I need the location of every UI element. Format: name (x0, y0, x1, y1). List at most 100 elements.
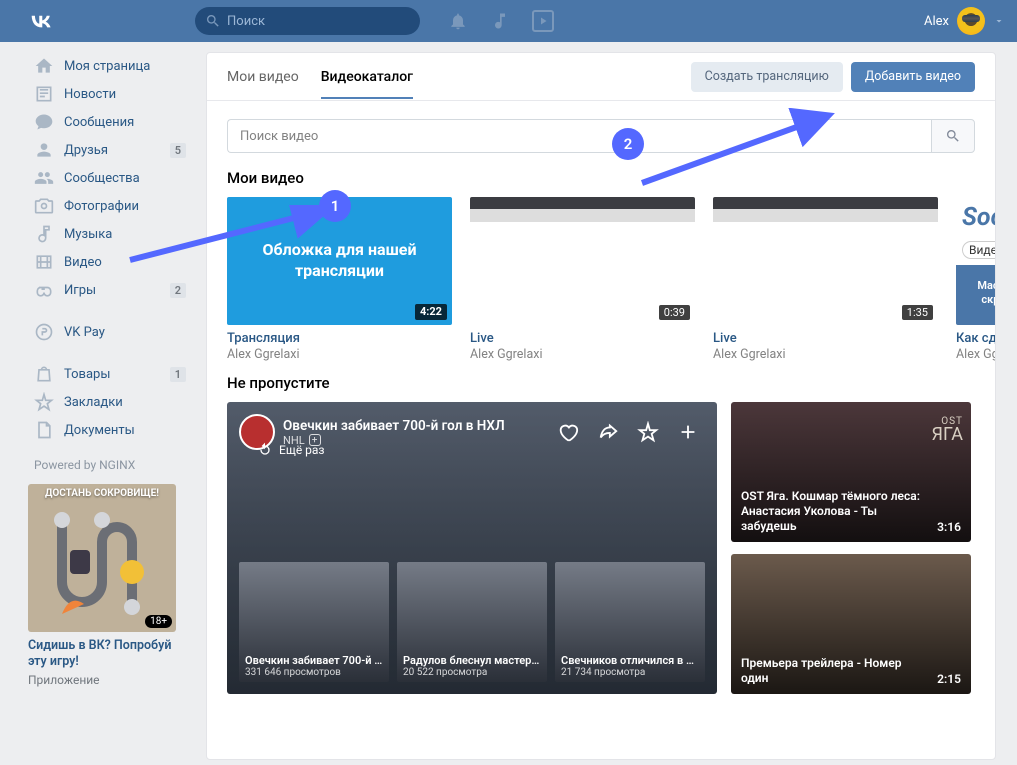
tab-video-catalog[interactable]: Видеокаталог (321, 55, 413, 99)
photos-icon (34, 196, 54, 216)
ad-age-badge: 18+ (145, 615, 172, 628)
news-icon (34, 84, 54, 104)
my-videos-row: Обложка для нашейтрансляции 4:22 Трансля… (207, 197, 995, 362)
sidebar-item-market[interactable]: Товары1 (28, 360, 192, 388)
yaga-tag: OSTЯГА (931, 410, 963, 443)
video-duration: 4:22 (415, 304, 447, 320)
header-search-input[interactable] (227, 14, 393, 29)
tab-my-videos[interactable]: Мои видео (227, 55, 299, 99)
sidebar-item-video[interactable]: Видео (28, 248, 192, 276)
featured-small-duration: 2:15 (937, 672, 961, 686)
market-icon (34, 364, 54, 384)
sidebar-item-vkpay[interactable]: VK Pay (28, 318, 192, 346)
vkpay-icon (34, 322, 54, 342)
sidebar-item-bookmarks[interactable]: Закладки (28, 388, 192, 416)
ad-block[interactable]: ДОСТАНЬ СОКРОВИЩЕ! 18+ Сидишь в ВК? Попр… (28, 484, 176, 687)
music-icon (34, 224, 54, 244)
ad-art (42, 512, 162, 622)
video-title: Live (470, 331, 695, 346)
ad-text: Сидишь в ВК? Попробуй эту игру! (28, 638, 176, 671)
replay-label[interactable]: Ещё раз (257, 442, 325, 458)
create-stream-button[interactable]: Создать трансляцию (691, 62, 843, 92)
featured-small-title: Премьера трейлера - Номер один (741, 656, 921, 686)
avatar (957, 7, 985, 35)
bookmarks-icon (34, 392, 54, 412)
video-author: Alex Ggrelaxi (470, 347, 695, 362)
sidebar-item-groups[interactable]: Сообщества (28, 164, 192, 192)
music-note-icon[interactable] (490, 11, 510, 31)
share-icon[interactable] (597, 421, 619, 443)
video-card[interactable]: Обложка для нашейтрансляции 4:22 Трансля… (227, 197, 452, 362)
featured-sub-thumb[interactable]: Свечников отличился в ОТ21 734 просмотра (555, 562, 705, 682)
video-title: Live (713, 331, 938, 346)
sidebar-item-news[interactable]: Новости (28, 80, 192, 108)
add-icon[interactable] (677, 421, 699, 443)
replay-icon (257, 442, 273, 458)
video-author: Alex Ggrelaxi (227, 347, 452, 362)
sidebar-item-games[interactable]: Игры2 (28, 276, 192, 304)
sidebar-item-messages[interactable]: Сообщения (28, 108, 192, 136)
section-title-dontmiss: Не пропустите (207, 362, 995, 402)
annotation-bubble-1: 1 (319, 190, 351, 222)
sidebar-item-music[interactable]: Музыка (28, 220, 192, 248)
featured-small-title: OST Яга. Кошмар тёмного леса: Анастасия … (741, 489, 921, 534)
groups-icon (34, 168, 54, 188)
video-search (207, 101, 995, 157)
featured-sub-thumb[interactable]: Радулов блеснул мастерс…20 522 просмотра (397, 562, 547, 682)
like-icon[interactable] (557, 421, 579, 443)
video-title: Трансляция (227, 331, 452, 346)
video-thumb: 0:39 (470, 197, 695, 325)
header-username: Alex (924, 14, 949, 29)
header-bar: Alex (0, 0, 1017, 42)
ad-category: Приложение (28, 673, 176, 687)
main-panel: Мои видео Видеокаталог Создать трансляци… (206, 52, 996, 760)
video-author: Alex Ggr (956, 347, 995, 362)
ad-banner-title: ДОСТАНЬ СОКРОВИЩЕ! (28, 488, 176, 499)
featured-small-duration: 3:16 (937, 520, 961, 534)
header-search[interactable] (195, 7, 420, 35)
header-user[interactable]: Alex (924, 7, 1005, 35)
featured-small[interactable]: Премьера трейлера - Номер один 2:15 (731, 554, 971, 694)
search-icon (945, 128, 961, 144)
featured-big[interactable]: Овечкин забивает 700-й гол в НХЛ NHL+ Ещ… (227, 402, 717, 694)
messages-icon (34, 112, 54, 132)
sidebar-item-docs[interactable]: Документы (28, 416, 192, 444)
dontmiss-row: Овечкин забивает 700-й гол в НХЛ NHL+ Ещ… (207, 402, 995, 694)
video-thumb: 1:35 (713, 197, 938, 325)
sidebar-item-photos[interactable]: Фотографии (28, 192, 192, 220)
ad-image: ДОСТАНЬ СОКРОВИЩЕ! 18+ (28, 484, 176, 632)
video-duration: 1:35 (902, 305, 933, 320)
badge: 2 (170, 283, 186, 298)
sidebar-item-friends[interactable]: Друзья5 (28, 136, 192, 164)
video-box-icon[interactable] (532, 10, 554, 32)
badge: 5 (170, 143, 186, 158)
video-author: Alex Ggrelaxi (713, 347, 938, 362)
powered-by: Powered by NGINX (34, 458, 192, 472)
featured-sub-thumb[interactable]: Овечкин забивает 700-й г…331 646 просмот… (239, 562, 389, 682)
docs-icon (34, 420, 54, 440)
friends-icon (34, 140, 54, 160)
featured-small[interactable]: OSTЯГА OST Яга. Кошмар тёмного леса: Ана… (731, 402, 971, 542)
sidebar: Моя страница Новости Сообщения Друзья5 С… (28, 52, 192, 760)
video-thumb: SocВиде Мастескри (956, 197, 995, 325)
badge: 1 (170, 367, 186, 382)
video-card[interactable]: SocВиде Мастескри Как сдела Alex Ggr (956, 197, 995, 362)
video-search-input[interactable] (227, 119, 931, 153)
section-title-my-videos: Мои видео (207, 157, 995, 197)
video-card[interactable]: 1:35 Live Alex Ggrelaxi (713, 197, 938, 362)
search-icon (205, 13, 221, 29)
vk-logo-icon[interactable] (27, 7, 55, 35)
sidebar-item-my-page[interactable]: Моя страница (28, 52, 192, 80)
star-icon[interactable] (637, 421, 659, 443)
home-icon (34, 56, 54, 76)
header-icons (448, 10, 554, 32)
tabs: Мои видео Видеокаталог Создать трансляци… (207, 53, 995, 101)
video-icon (34, 252, 54, 272)
add-video-button[interactable]: Добавить видео (851, 62, 975, 92)
video-title: Как сдела (956, 331, 995, 346)
video-card[interactable]: 0:39 Live Alex Ggrelaxi (470, 197, 695, 362)
video-search-button[interactable] (931, 119, 975, 153)
games-icon (34, 280, 54, 300)
video-duration: 0:39 (659, 305, 690, 320)
bell-icon[interactable] (448, 11, 468, 31)
